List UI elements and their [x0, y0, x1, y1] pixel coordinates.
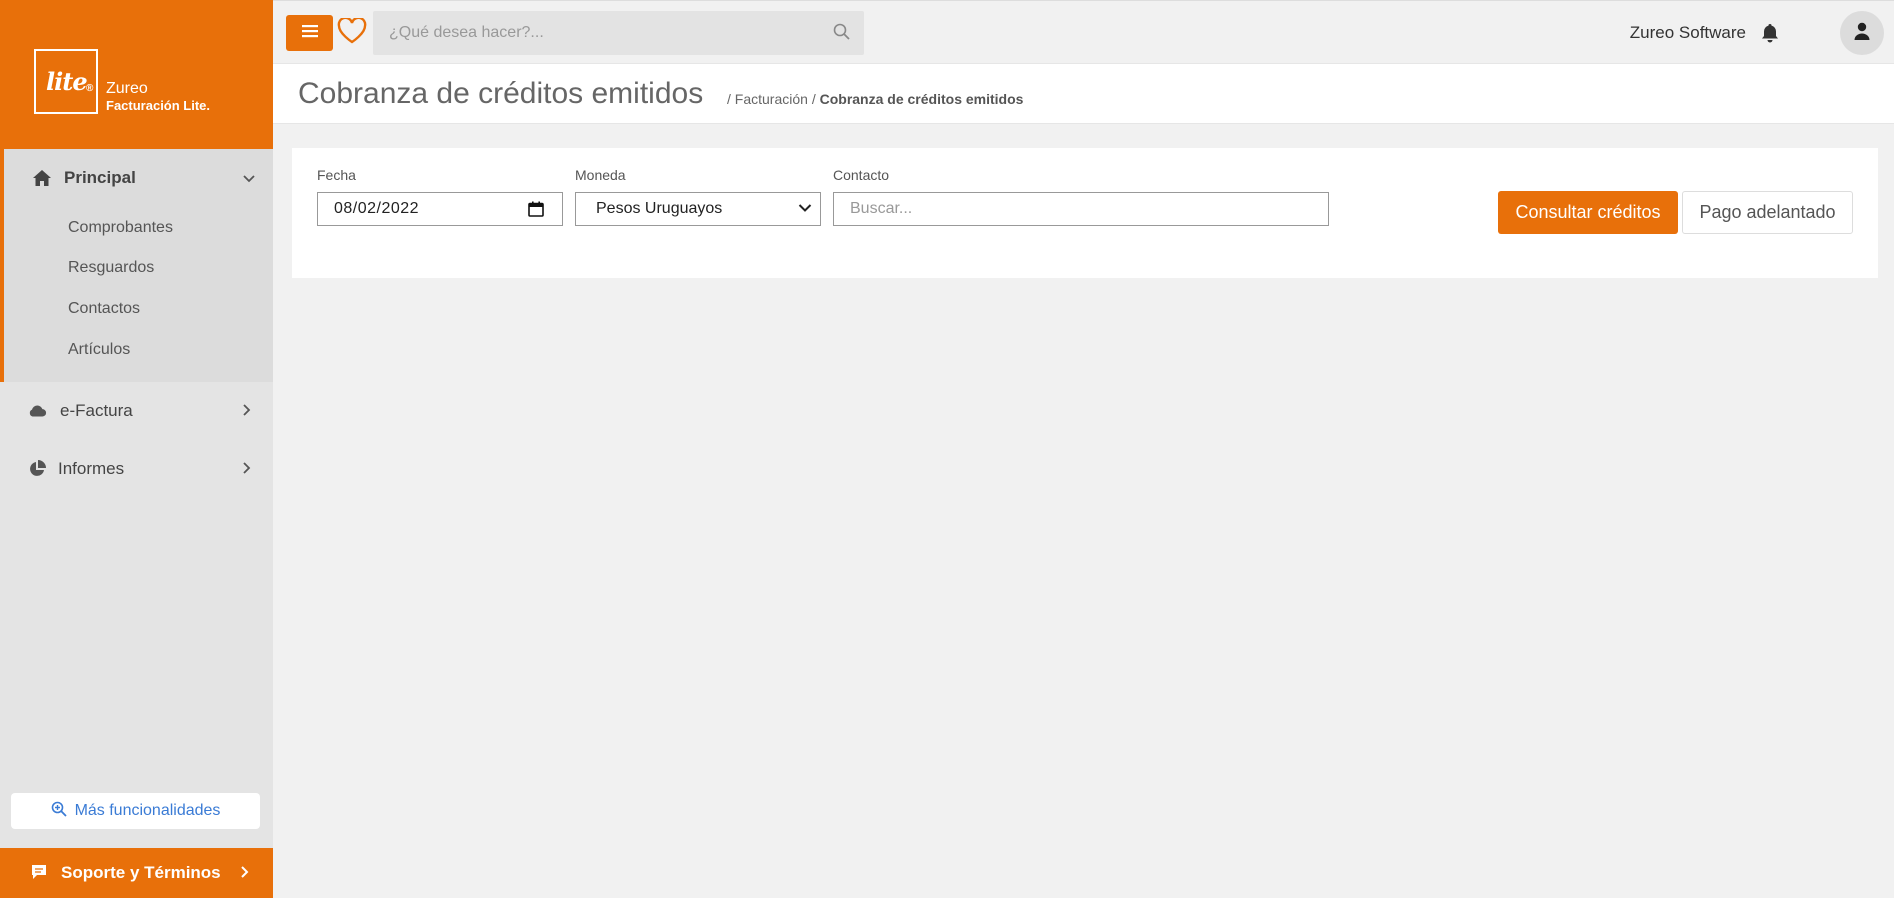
cloud-icon — [27, 401, 47, 421]
logo-text: lite — [46, 67, 88, 96]
chevron-down-icon — [798, 200, 812, 216]
brand-product: Facturación Lite. — [106, 98, 211, 113]
sidebar-item-label: e-Factura — [60, 401, 133, 420]
chevron-right-icon — [243, 403, 251, 419]
hamburger-icon — [301, 24, 318, 43]
support-label: Soporte y Términos — [61, 863, 221, 882]
breadcrumb-current: Cobranza de créditos emitidos — [819, 91, 1024, 107]
favorites-heart-icon[interactable] — [337, 16, 367, 49]
more-features-button[interactable]: Más funcionalidades — [11, 793, 260, 829]
home-icon — [32, 168, 52, 188]
page-header: Cobranza de créditos emitidos / Facturac… — [273, 64, 1894, 124]
nav-section-principal: Principal Comprobantes Resguardos Contac… — [0, 149, 273, 382]
chevron-down-icon — [243, 171, 255, 186]
pie-chart-icon — [27, 459, 47, 479]
fecha-label: Fecha — [317, 167, 356, 183]
calendar-icon[interactable] — [528, 201, 544, 222]
sidebar-item-comprobantes[interactable]: Comprobantes — [68, 219, 173, 237]
moneda-value: Pesos Uruguayos — [596, 200, 723, 217]
breadcrumb-parent[interactable]: Facturación — [735, 91, 808, 107]
brand-logo[interactable]: lite ® — [34, 49, 98, 114]
moneda-select[interactable]: Pesos Uruguayos — [575, 192, 821, 226]
logo-mark: ® — [86, 83, 94, 94]
sidebar: lite ® Zureo Facturación Lite. Principal… — [0, 0, 273, 898]
avatar[interactable] — [1840, 11, 1884, 55]
bell-icon[interactable] — [1761, 23, 1779, 48]
brand-name: Zureo — [106, 80, 148, 97]
moneda-label: Moneda — [575, 167, 626, 183]
top-bar: Zureo Software — [273, 0, 1894, 64]
sidebar-item-contactos[interactable]: Contactos — [68, 300, 140, 318]
menu-toggle-button[interactable] — [286, 15, 333, 51]
user-icon — [1854, 22, 1870, 45]
sidebar-item-efactura[interactable]: e-Factura — [0, 382, 273, 440]
search-icon[interactable] — [833, 23, 850, 45]
brand-header: lite ® Zureo Facturación Lite. — [0, 0, 273, 149]
consultar-creditos-button[interactable]: Consultar créditos — [1498, 191, 1678, 234]
pago-adelantado-button[interactable]: Pago adelantado — [1682, 191, 1853, 234]
contacto-search-input[interactable] — [833, 192, 1329, 226]
breadcrumb-separator: / — [811, 91, 816, 107]
fecha-date-input[interactable]: 08/02/2022 — [317, 192, 563, 226]
comment-icon — [30, 863, 48, 886]
sidebar-item-articulos[interactable]: Artículos — [68, 341, 130, 359]
nav-principal-toggle[interactable]: Principal — [4, 149, 277, 207]
breadcrumb-separator: / — [727, 91, 731, 107]
contacto-label: Contacto — [833, 167, 890, 183]
more-features-label: Más funcionalidades — [74, 802, 221, 819]
page-title: Cobranza de créditos emitidos — [298, 77, 704, 110]
chevron-right-icon — [243, 461, 251, 477]
sidebar-item-resguardos[interactable]: Resguardos — [68, 259, 154, 277]
sidebar-item-informes[interactable]: Informes — [0, 440, 273, 498]
user-name[interactable]: Zureo Software — [1630, 23, 1746, 43]
zoom-in-icon — [51, 801, 67, 822]
fecha-value: 08/02/2022 — [334, 200, 420, 217]
nav-principal-label: Principal — [64, 168, 136, 187]
filter-card: Fecha 08/02/2022 Moneda Pesos Uruguayos … — [292, 148, 1878, 278]
chevron-right-icon — [241, 865, 249, 881]
support-terms-link[interactable]: Soporte y Términos — [0, 848, 273, 898]
breadcrumb: / Facturación / Cobranza de créditos emi… — [727, 91, 1023, 107]
sidebar-item-label: Informes — [58, 459, 125, 478]
search-input[interactable] — [373, 11, 864, 55]
